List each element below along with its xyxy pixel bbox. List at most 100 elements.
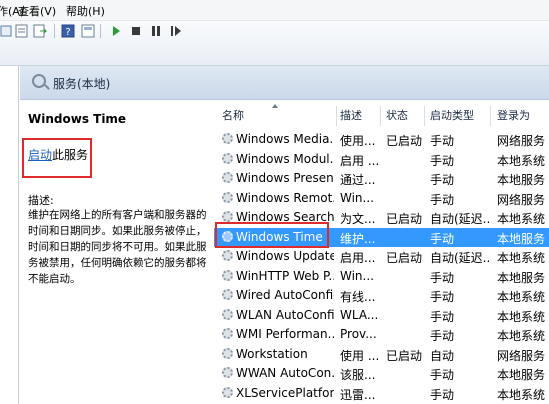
- cell-logon: 网络服务: [497, 192, 546, 207]
- cell-name: WMI Performan...: [236, 327, 334, 341]
- column-header-description[interactable]: 描述: [340, 107, 362, 129]
- cell-startup: 手动: [430, 368, 455, 382]
- service-detail-panel: Windows Time 启动此服务 描述: 维护在网络上的所有客户端和服务器的…: [20, 100, 210, 404]
- service-gear-icon: [222, 133, 233, 144]
- cell-name: WLAN AutoConfig: [236, 307, 334, 322]
- cell-desc: 有线...: [340, 290, 376, 304]
- highlight-box: [215, 222, 329, 248]
- cell-status: 已启动: [386, 212, 423, 226]
- cell-desc: 为文...: [340, 212, 376, 226]
- cell-startup: 手动: [430, 329, 455, 343]
- cell-name: WWAN AutoCon...: [236, 366, 334, 380]
- cell-desc: 迅雷...: [340, 387, 376, 402]
- svg-text:?: ?: [65, 27, 70, 38]
- cell-desc: 启用...: [340, 251, 376, 265]
- table-row[interactable]: Windows Media... 使用... 已启动 手动 网络服务: [214, 130, 549, 149]
- table-row[interactable]: WMI Performan... Prov... 手动 本地系统: [214, 325, 549, 344]
- services-header: 服务(本地): [20, 66, 549, 100]
- cell-name: WinHTTP Web P...: [236, 268, 334, 283]
- cell-name: Workstation: [236, 346, 308, 361]
- cell-logon: 本地系统: [497, 387, 546, 402]
- start-service-link[interactable]: 启动: [28, 148, 52, 162]
- sort-arrow-icon: [272, 104, 278, 108]
- menu-help[interactable]: 帮助(H): [66, 3, 105, 19]
- table-row[interactable]: Windows Update 启用... 已启动 自动(延迟... 本地系统: [214, 247, 549, 266]
- restart-service-icon[interactable]: [168, 23, 184, 39]
- service-gear-icon: [222, 386, 233, 398]
- cell-logon: 本地系统: [497, 290, 546, 304]
- help-icon[interactable]: ?: [60, 23, 76, 39]
- export-list-icon[interactable]: [32, 23, 48, 39]
- column-divider[interactable]: [336, 106, 337, 126]
- column-divider[interactable]: [380, 106, 381, 126]
- services-list: 名称 描述 状态 启动类型 登录为 Windows Media... 使用... 已…: [214, 100, 549, 404]
- cell-startup: 手动: [430, 192, 455, 207]
- cell-logon: 本地系统: [497, 212, 546, 226]
- cell-logon: 本地服务: [497, 231, 546, 246]
- start-service-action: 启动此服务: [28, 146, 88, 163]
- cell-status: 已启动: [386, 251, 423, 265]
- table-row[interactable]: WLAN AutoConfig WLA... 手动 本地系统: [214, 306, 549, 325]
- column-header-name[interactable]: 名称: [222, 107, 244, 129]
- column-divider[interactable]: [490, 106, 491, 126]
- cell-startup: 手动: [430, 134, 455, 148]
- pause-service-icon[interactable]: [148, 23, 164, 39]
- cell-logon: 本地系统: [497, 251, 546, 265]
- cell-startup: 自动(延迟...: [430, 212, 490, 226]
- cell-desc: Win...: [340, 268, 374, 283]
- cell-logon: 网络服务: [497, 134, 546, 148]
- cell-startup: 自动: [430, 348, 455, 363]
- cell-startup: 手动: [430, 270, 455, 285]
- cell-startup: 自动(延迟...: [430, 251, 490, 265]
- cell-status: 已启动: [386, 348, 423, 363]
- service-gear-icon: [222, 289, 233, 300]
- cell-logon: 本地服务: [497, 270, 546, 285]
- service-gear-icon: [222, 308, 233, 320]
- cell-desc: 维护...: [340, 231, 376, 246]
- show-hide-icon[interactable]: [80, 23, 96, 39]
- table-row[interactable]: Workstation 使用 ... 已启动 自动 网络服务: [214, 345, 549, 364]
- cell-desc: 该服...: [340, 368, 376, 382]
- cell-logon: 本地系统: [497, 153, 546, 168]
- column-header-status[interactable]: 状态: [386, 107, 408, 129]
- cell-name: Windows Media...: [236, 132, 334, 146]
- table-row[interactable]: Wired AutoConfig 有线... 手动 本地系统: [214, 286, 549, 305]
- column-header-logon-as[interactable]: 登录为: [497, 107, 530, 129]
- cell-desc: 使用 ...: [340, 348, 380, 363]
- table-row[interactable]: Windows Presen... 通过... 手动 本地服务: [214, 169, 549, 188]
- selected-service-name: Windows Time: [28, 112, 127, 126]
- cell-logon: 网络服务: [497, 348, 546, 363]
- cell-logon: 本地系统: [497, 309, 546, 324]
- service-gear-icon: [222, 250, 233, 261]
- cell-logon: 本地系统: [497, 329, 546, 343]
- cell-name: XLServicePlatform: [236, 385, 334, 400]
- cell-startup: 手动: [430, 153, 455, 168]
- cell-name: Wired AutoConfig: [236, 288, 334, 302]
- table-row[interactable]: Windows Remot... Win... 手动 网络服务: [214, 189, 549, 208]
- description-label: 描述:: [28, 194, 54, 207]
- menu-view[interactable]: 查看(V): [18, 3, 56, 19]
- table-row[interactable]: WWAN AutoCon... 该服... 手动 本地服务: [214, 364, 549, 383]
- table-row[interactable]: WinHTTP Web P... Win... 手动 本地服务: [214, 267, 549, 286]
- start-service-suffix: 此服务: [52, 148, 89, 162]
- properties-icon[interactable]: [14, 23, 30, 39]
- description-text: 维护在网络上的所有客户端和服务器的时间和日期同步。如果此服务被停止，时间和日期的…: [28, 209, 207, 285]
- services-icon: [32, 74, 46, 88]
- service-gear-icon: [222, 367, 233, 378]
- cell-name: Windows Presen...: [236, 171, 334, 185]
- table-row[interactable]: XLServicePlatform 迅雷... 手动 本地系统: [214, 384, 549, 403]
- service-gear-icon: [222, 347, 233, 359]
- cell-name: Windows Update: [236, 249, 334, 263]
- console-tree-pane: [0, 66, 19, 404]
- column-header-startup-type[interactable]: 启动类型: [430, 107, 474, 129]
- start-service-icon[interactable]: [108, 23, 124, 39]
- table-row[interactable]: Windows Modul... 启用 ... 手动 本地系统: [214, 150, 549, 169]
- cell-startup: 手动: [430, 309, 455, 324]
- service-gear-icon: [222, 152, 233, 164]
- toolbar: ?: [0, 21, 549, 66]
- toolbar-separator: [54, 24, 55, 38]
- column-divider[interactable]: [424, 106, 425, 126]
- stop-service-icon[interactable]: [128, 23, 144, 39]
- cell-desc: 使用...: [340, 134, 376, 148]
- menu-bar: 操作(A) 查看(V) 帮助(H): [0, 0, 549, 21]
